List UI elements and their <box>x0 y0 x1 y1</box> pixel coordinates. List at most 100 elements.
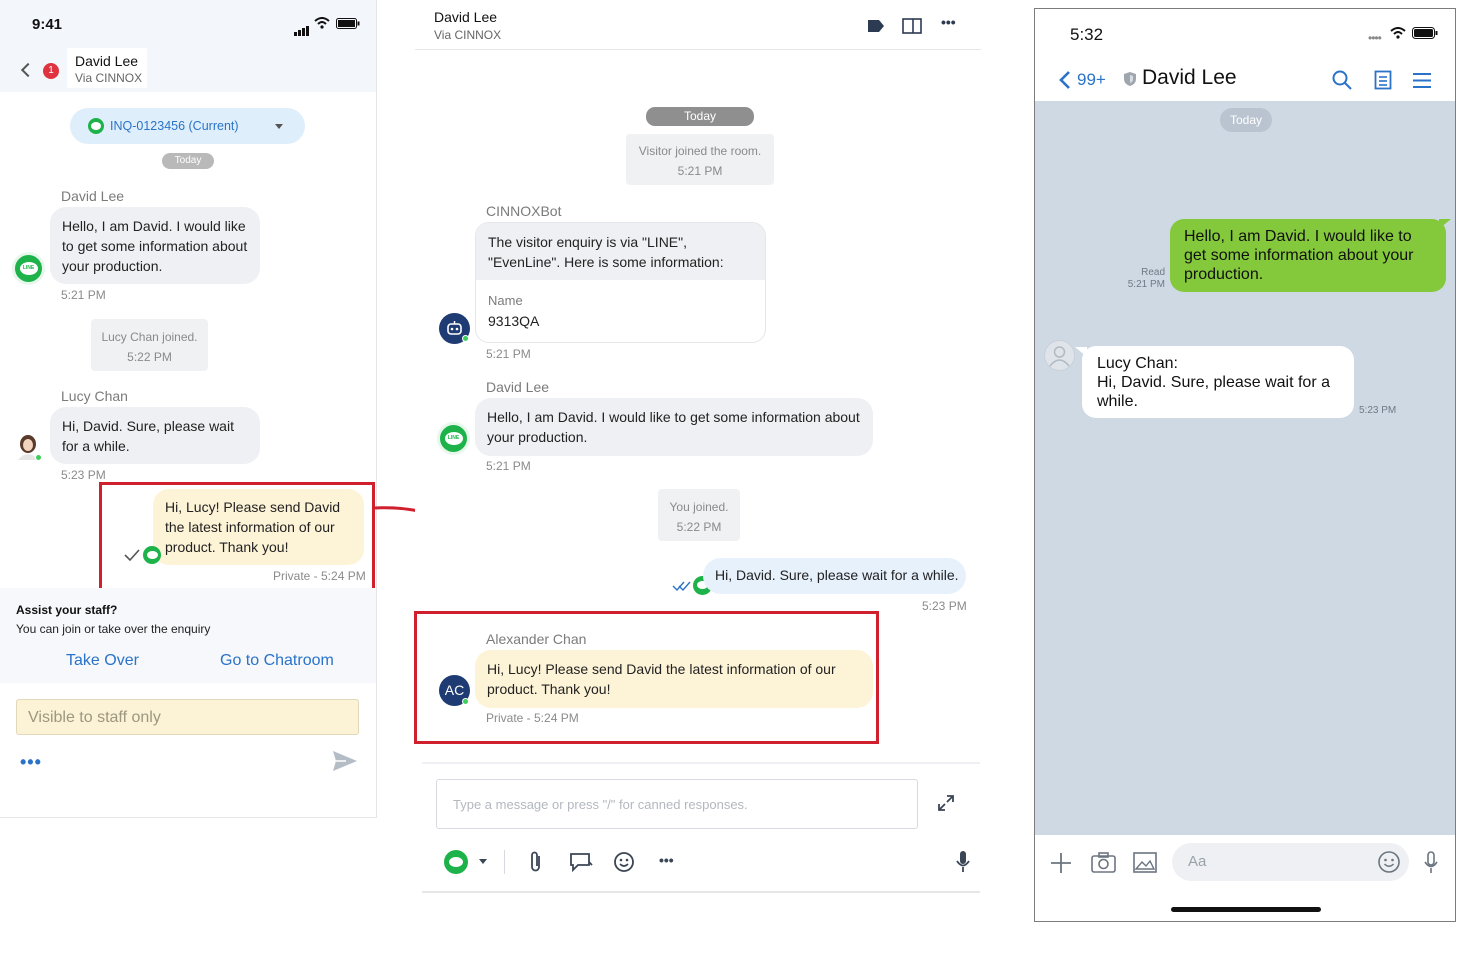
send-icon[interactable] <box>332 750 358 772</box>
avatar-initials: AC <box>444 682 465 698</box>
reply-text: Hi, David. Sure, please wait for a while… <box>715 567 959 583</box>
chevron-down-icon <box>275 124 283 129</box>
console-header: David Lee Via CINNOX ••• <box>415 0 981 50</box>
message-time: 5:21 PM <box>1127 279 1165 290</box>
emoji-icon[interactable] <box>613 851 635 873</box>
chat-header: 1 David Lee Via CINNOX <box>0 44 376 92</box>
sent-bubble: Hello, I am David. I would like to get s… <box>1170 219 1446 292</box>
input-placeholder: Type a message or press "/" for canned r… <box>453 797 748 812</box>
message-bubble: Hi, David. Sure, please wait for a while… <box>50 407 260 464</box>
side-panel-icon[interactable] <box>902 18 922 34</box>
image-icon[interactable] <box>1133 852 1157 873</box>
system-time: 5:21 PM <box>677 164 723 178</box>
message-input[interactable]: Type a message or press "/" for canned r… <box>436 779 918 829</box>
shield-icon <box>1124 72 1136 86</box>
take-over-button[interactable]: Take Over <box>66 652 139 670</box>
private-meta: Private - 5:24 PM <box>273 569 366 583</box>
input-placeholder: Aa <box>1188 853 1207 870</box>
more-options-icon[interactable]: ••• <box>20 752 42 773</box>
search-icon[interactable] <box>1332 70 1352 90</box>
more-options-icon[interactable]: ••• <box>659 852 674 868</box>
online-indicator <box>462 335 469 342</box>
back-arrow-icon[interactable] <box>20 62 36 78</box>
agent-avatar <box>16 434 42 461</box>
online-indicator <box>462 698 469 705</box>
day-separator: Today <box>162 153 214 169</box>
microphone-icon[interactable] <box>1423 851 1439 875</box>
chevron-down-icon[interactable] <box>479 859 487 864</box>
enquiry-selector[interactable]: INQ-0123456 (Current) <box>70 108 305 144</box>
wifi-icon <box>1390 27 1406 39</box>
contact-card[interactable]: David Lee Via CINNOX <box>67 48 147 88</box>
system-text: Visitor joined the room. <box>638 144 762 158</box>
more-options-icon[interactable]: ••• <box>941 14 956 30</box>
message-time: 5:21 PM <box>486 459 531 473</box>
line-input-bar: Aa <box>1035 835 1455 921</box>
private-message-bubble: Hi, Lucy! Please send David the latest i… <box>153 489 364 565</box>
sender-name: Lucy Chan <box>61 388 128 404</box>
bot-card: The visitor enquiry is via "LINE", "Even… <box>475 222 766 343</box>
message-bubble: Hello, I am David. I would like to get s… <box>475 398 873 456</box>
camera-icon[interactable] <box>1091 852 1116 873</box>
line-channel-icon <box>88 118 104 134</box>
tag-icon[interactable] <box>867 19 885 33</box>
field-value: 9313QA <box>488 313 540 329</box>
line-app: 5:32 •••• 99+ David Lee Today Read 5:21 … <box>1034 8 1456 922</box>
line-channel-icon <box>143 546 161 564</box>
contact-name: David Lee <box>75 53 139 69</box>
battery-icon <box>1412 27 1438 39</box>
notes-icon[interactable] <box>1374 70 1392 90</box>
back-count[interactable]: 99+ <box>1077 70 1106 90</box>
check-icon <box>124 549 140 561</box>
status-time: 5:32 <box>1070 25 1104 44</box>
contact-via: Via CINNOX <box>75 71 143 85</box>
chat-title: David Lee <box>1142 66 1237 89</box>
reply-bubble: Hi, David. Sure, please wait for a while… <box>703 558 966 594</box>
menu-icon[interactable] <box>1412 72 1432 89</box>
input-placeholder: Visible to staff only <box>28 709 161 726</box>
message-time: 5:23 PM <box>1359 405 1397 416</box>
message-bubble: Hello, I am David. I would like to get s… <box>50 207 260 284</box>
person-icon <box>1049 346 1070 367</box>
expand-icon[interactable] <box>937 794 955 812</box>
signal-icon <box>294 18 310 36</box>
staff-message-input[interactable]: Visible to staff only <box>16 699 359 735</box>
web-console: David Lee Via CINNOX ••• Today Visitor j… <box>414 0 981 964</box>
online-indicator <box>35 454 42 461</box>
system-time: 5:22 PM <box>676 520 722 534</box>
mobile-staff-app: 9:41 1 David Lee Via CINNOX INQ-0123456 … <box>0 0 377 818</box>
status-bar: 9:41 <box>0 0 376 44</box>
assist-panel: Assist your staff? You can join or take … <box>0 588 376 683</box>
day-separator: Today <box>1220 108 1272 132</box>
line-avatar-icon: LINE <box>12 252 45 285</box>
go-to-chatroom-button[interactable]: Go to Chatroom <box>220 652 334 670</box>
wifi-icon <box>314 17 330 29</box>
unread-badge: 1 <box>43 63 59 79</box>
assist-subtitle: You can join or take over the enquiry <box>16 622 211 636</box>
line-header: 5:32 •••• 99+ David Lee <box>1035 9 1455 101</box>
enquiry-id: INQ-0123456 (Current) <box>110 119 239 133</box>
system-text: Lucy Chan joined. <box>101 330 198 344</box>
assist-title: Assist your staff? <box>16 603 118 617</box>
canned-response-icon[interactable] <box>569 852 593 872</box>
emoji-icon[interactable] <box>1377 850 1401 874</box>
line-message-input[interactable]: Aa <box>1172 843 1409 881</box>
battery-icon <box>336 18 360 29</box>
plus-icon[interactable] <box>1050 852 1072 874</box>
microphone-icon[interactable] <box>955 850 971 874</box>
read-receipt: Read <box>1141 267 1165 278</box>
sender-name: David Lee <box>486 379 550 395</box>
message-time: 5:23 PM <box>61 468 106 482</box>
received-sender: Lucy Chan: <box>1097 355 1178 372</box>
sender-name: Alexander Chan <box>486 631 587 647</box>
private-message-bubble: Hi, Lucy! Please send David the latest i… <box>475 650 873 708</box>
system-text: You joined. <box>669 500 729 514</box>
day-separator: Today <box>646 107 754 126</box>
line-channel-icon[interactable] <box>444 850 468 874</box>
sender-name: CINNOXBot <box>486 203 562 219</box>
attachment-icon[interactable] <box>528 850 544 874</box>
back-arrow-icon[interactable] <box>1059 70 1071 90</box>
system-time: 5:22 PM <box>127 350 172 364</box>
bubble-tail <box>1439 219 1451 229</box>
contact-avatar[interactable] <box>1044 340 1075 371</box>
